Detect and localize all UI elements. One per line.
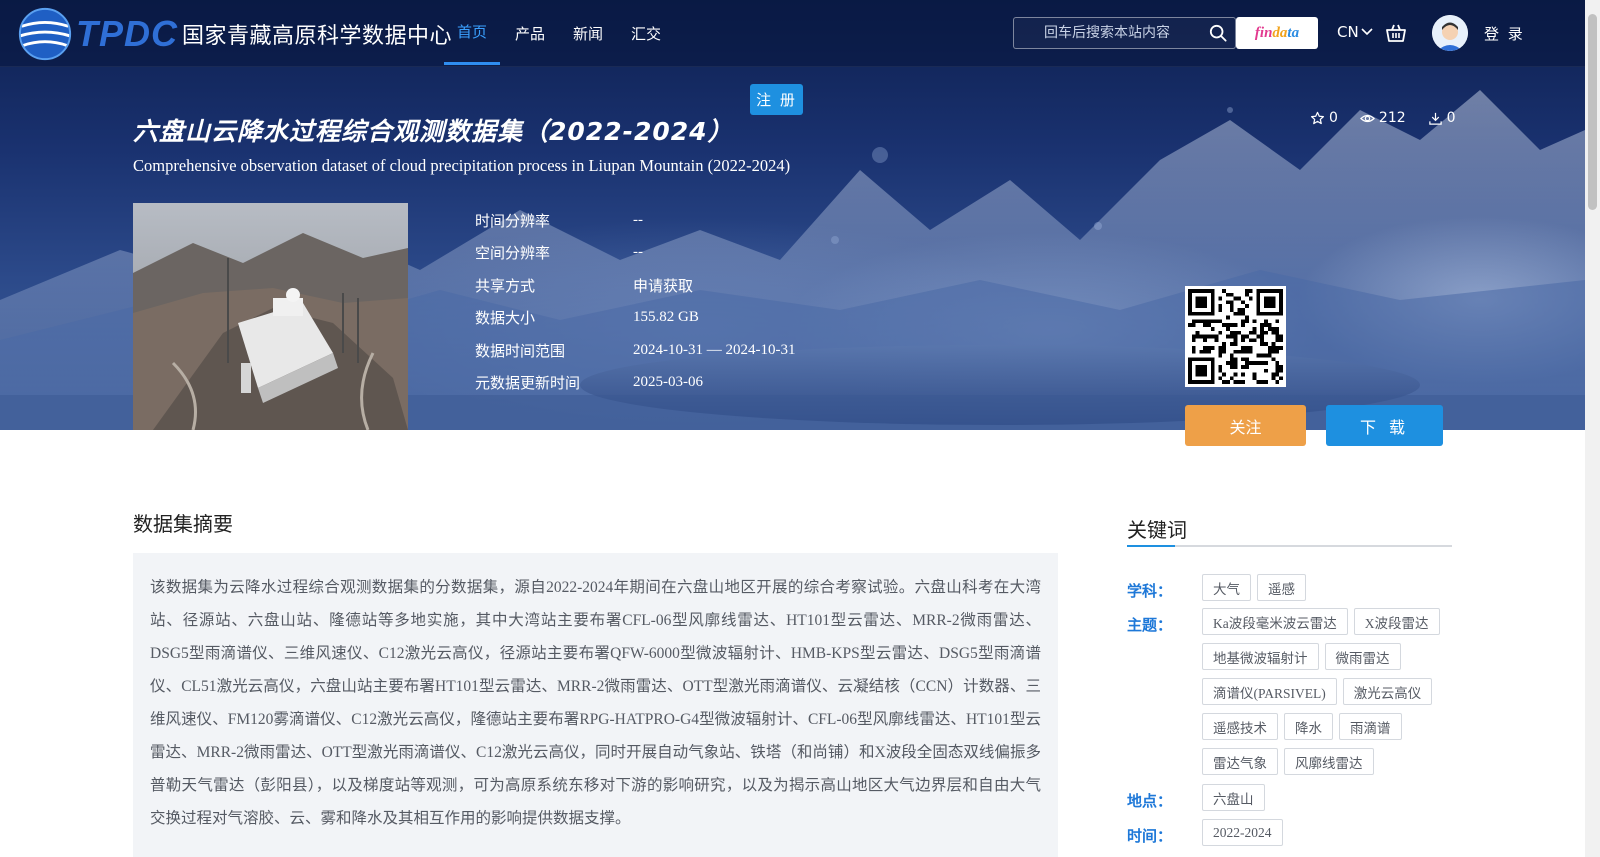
meta-row: 元数据更新时间 2025-03-06	[475, 367, 795, 400]
avatar-icon	[1432, 15, 1468, 51]
globe-logo-icon	[18, 7, 72, 61]
download-count: 0	[1428, 110, 1456, 126]
shopping-basket-icon[interactable]	[1385, 22, 1407, 44]
keywords-heading: 关键词	[1127, 518, 1187, 542]
star-icon	[1310, 111, 1325, 124]
eye-icon	[1359, 114, 1375, 122]
dataset-meta-table: 时间分辨率 -- 空间分辨率 -- 共享方式 申请获取 数据大小 155.82 …	[475, 204, 795, 399]
keyword-group-label: 时间：	[1127, 827, 1173, 845]
meta-row: 共享方式 申请获取	[475, 269, 795, 302]
keyword-group-label: 学科：	[1127, 582, 1173, 600]
abstract-heading: 数据集摘要	[133, 512, 233, 536]
keyword-group-time: 时间： 2022-2024	[1127, 819, 1452, 846]
meta-value: 2025-03-06	[633, 374, 703, 391]
keyword-tags: Ka波段毫米波云雷达 X波段雷达 地基微波辐射计 微雨雷达 滴谱仪(PARSIV…	[1202, 608, 1452, 775]
main-nav: 首页 产品 新闻 汇交	[444, 0, 676, 67]
dataset-title-cn: 六盘山云降水过程综合观测数据集（2022-2024）	[133, 117, 734, 146]
dataset-thumbnail	[133, 203, 408, 430]
meta-value: 155.82 GB	[633, 309, 699, 326]
top-navbar: TPDC 国家青藏高原科学数据中心 首页 产品 新闻 汇交 findata CN	[0, 0, 1585, 67]
qr-code-icon	[1188, 289, 1283, 384]
meta-value: --	[633, 244, 643, 261]
nav-products[interactable]: 产品	[502, 0, 558, 67]
keyword-tags: 2022-2024	[1202, 819, 1452, 846]
logo-site-name: 国家青藏高原科学数据中心	[182, 24, 453, 49]
keyword-tag[interactable]: 微雨雷达	[1324, 643, 1401, 670]
search-box	[1013, 17, 1236, 49]
meta-value: 2024-10-31 — 2024-10-31	[633, 341, 796, 358]
dataset-title-en: Comprehensive observation dataset of clo…	[133, 156, 791, 175]
follow-button[interactable]: 关注	[1185, 405, 1306, 446]
abstract-box: 该数据集为云降水过程综合观测数据集的分数据集，源自2022-2024年期间在六盘…	[133, 553, 1058, 857]
keyword-tag[interactable]: 大气	[1202, 574, 1251, 601]
keyword-tag[interactable]: 风廓线雷达	[1284, 748, 1374, 775]
meta-label: 元数据更新时间	[475, 374, 581, 393]
search-input[interactable]	[1014, 18, 1204, 48]
language-selector[interactable]: CN	[1337, 23, 1373, 41]
meta-label: 时间分辨率	[475, 211, 551, 230]
meta-label: 数据大小	[475, 309, 536, 328]
keyword-tag[interactable]: 降水	[1284, 713, 1333, 740]
view-count-value: 212	[1378, 110, 1406, 126]
page-scrollbar[interactable]	[1585, 0, 1600, 857]
download-button[interactable]: 下 载	[1326, 405, 1443, 446]
abstract-text: 该数据集为云降水过程综合观测数据集的分数据集，源自2022-2024年期间在六盘…	[150, 579, 1041, 827]
keyword-tag[interactable]: 雨滴谱	[1339, 713, 1402, 740]
keyword-tag[interactable]: 遥感技术	[1202, 713, 1278, 740]
findata-part-1: fin	[1254, 24, 1273, 41]
meta-label: 数据时间范围	[475, 341, 566, 360]
meta-value: --	[633, 211, 643, 228]
nav-news[interactable]: 新闻	[560, 0, 616, 67]
page: TPDC 国家青藏高原科学数据中心 首页 产品 新闻 汇交 findata CN	[0, 0, 1600, 857]
meta-label: 共享方式	[475, 276, 536, 295]
keyword-tag[interactable]: 六盘山	[1202, 784, 1265, 811]
keyword-tag[interactable]: 地基微波辐射计	[1202, 643, 1319, 670]
keyword-tag[interactable]: Ka波段毫米波云雷达	[1202, 608, 1348, 635]
star-count-value: 0	[1329, 110, 1338, 126]
user-avatar[interactable]	[1432, 15, 1468, 51]
download-icon	[1428, 112, 1442, 125]
star-count[interactable]: 0	[1310, 110, 1338, 126]
qr-code	[1185, 286, 1286, 387]
keyword-group-label: 地点：	[1127, 792, 1173, 810]
meta-row: 数据大小 155.82 GB	[475, 302, 795, 335]
keyword-tag[interactable]: 遥感	[1257, 574, 1306, 601]
site-logo[interactable]: TPDC 国家青藏高原科学数据中心	[16, 4, 452, 64]
nav-home[interactable]: 首页	[444, 0, 501, 65]
keyword-group-label: 主题：	[1127, 616, 1173, 634]
meta-value: 申请获取	[633, 276, 694, 295]
keyword-tag[interactable]: 2022-2024	[1202, 819, 1283, 846]
keyword-tag[interactable]: 滴谱仪(PARSIVEL)	[1202, 678, 1337, 705]
observation-station-image	[133, 203, 408, 430]
meta-row: 空间分辨率 --	[475, 237, 795, 270]
scrollbar-thumb[interactable]	[1588, 14, 1597, 210]
keyword-group-place: 地点： 六盘山	[1127, 784, 1452, 811]
view-count: 212	[1359, 110, 1406, 126]
keyword-tag[interactable]: X波段雷达	[1353, 608, 1440, 635]
keyword-tags: 大气 遥感	[1202, 574, 1452, 601]
dataset-stats: 0 212 0	[1310, 110, 1478, 126]
keywords-divider	[1127, 545, 1452, 547]
login-link[interactable]: 登 录	[1484, 23, 1525, 44]
language-label: CN	[1337, 23, 1359, 41]
meta-row: 数据时间范围 2024-10-31 — 2024-10-31	[475, 334, 795, 367]
findata-part-2: da	[1272, 24, 1288, 41]
meta-row: 时间分辨率 --	[475, 204, 795, 237]
download-count-value: 0	[1446, 110, 1456, 126]
chevron-down-icon	[1361, 28, 1373, 36]
qr-modules	[1188, 289, 1283, 384]
findata-part-3: ta	[1287, 24, 1300, 41]
keyword-tag[interactable]: 激光云高仪	[1342, 678, 1433, 705]
keyword-group-theme: 主题： Ka波段毫米波云雷达 X波段雷达 地基微波辐射计 微雨雷达 滴谱仪(PA…	[1127, 608, 1452, 775]
search-icon[interactable]	[1209, 24, 1227, 42]
keyword-tag[interactable]: 雷达气象	[1202, 748, 1278, 775]
keyword-group-subject: 学科： 大气 遥感	[1127, 574, 1452, 601]
logo-abbreviation: TPDC	[76, 13, 178, 54]
keyword-tags: 六盘山	[1202, 784, 1452, 811]
register-button[interactable]: 注 册	[750, 84, 803, 115]
nav-submit[interactable]: 汇交	[618, 0, 674, 67]
meta-label: 空间分辨率	[475, 244, 551, 263]
findata-link[interactable]: fin da ta	[1236, 17, 1318, 49]
